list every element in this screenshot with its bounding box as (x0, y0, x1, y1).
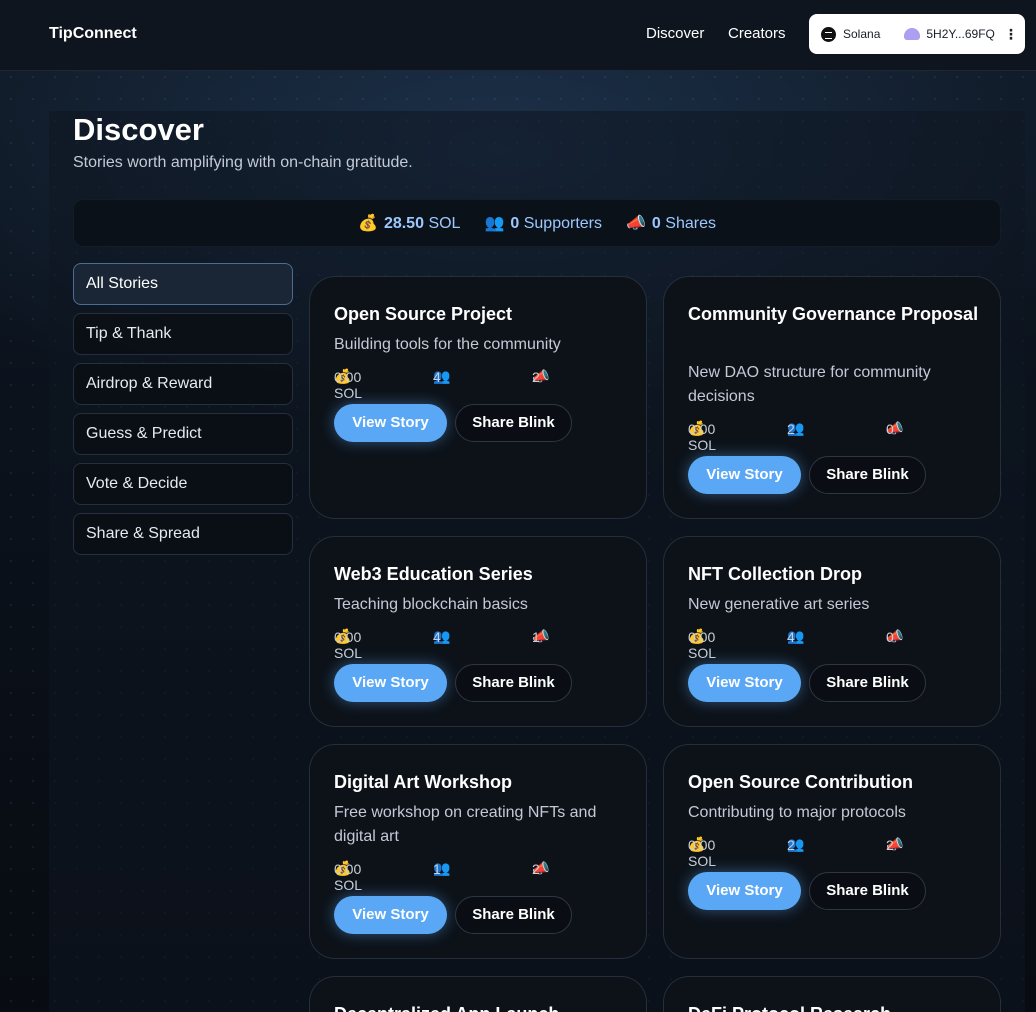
stat-sol: 💰 28.50 SOL (358, 213, 461, 232)
story-metrics: 💰 0.00 SOL 👥 2 📣 2 (688, 837, 988, 869)
story-supporters: 2 (787, 837, 795, 853)
story-shares: 1 (532, 629, 540, 645)
story-card: DeFi Protocol Research (663, 976, 1001, 1012)
story-title: NFT Collection Drop (688, 564, 862, 584)
story-title: Web3 Education Series (334, 564, 533, 584)
top-nav-bar: TipConnect Discover Creators Solana 5H2Y… (0, 0, 1036, 71)
story-title: Digital Art Workshop (334, 772, 513, 792)
stat-shares: 📣 0 Shares (626, 213, 716, 232)
share-blink-button[interactable]: Share Blink (455, 404, 572, 442)
story-sol: 0.00 SOL (334, 861, 363, 893)
story-title: Decentralized App Launch (334, 1000, 634, 1012)
story-title: Community Governance Proposal (688, 304, 979, 324)
story-card: Decentralized App Launch (309, 976, 647, 1012)
phantom-wallet-icon (904, 28, 921, 40)
category-vote-decide[interactable]: Vote & Decide (73, 463, 293, 505)
category-airdrop-reward[interactable]: Airdrop & Reward (73, 363, 293, 405)
story-metrics: 💰 0.00 SOL 👥 4 📣 2 (334, 369, 634, 401)
category-share-spread[interactable]: Share & Spread (73, 513, 293, 555)
story-supporters: 4 (433, 369, 441, 385)
story-shares: 0 (886, 629, 894, 645)
story-card: Open Source Project Building tools for t… (309, 276, 647, 519)
story-description: Building tools for the community (334, 336, 561, 353)
share-blink-button[interactable]: Share Blink (455, 664, 572, 702)
story-card: Web3 Education Series Teaching blockchai… (309, 536, 647, 727)
page-title: Discover (73, 112, 204, 147)
story-metrics: 💰 0.00 SOL 👥 1 📣 2 (334, 861, 634, 893)
story-supporters: 4 (787, 629, 795, 645)
view-story-button[interactable]: View Story (688, 872, 801, 910)
story-card: Digital Art Workshop Free workshop on cr… (309, 744, 647, 959)
money-bag-icon: 💰 (358, 213, 378, 232)
story-card: Community Governance Proposal New DAO st… (663, 276, 1001, 519)
story-shares: 2 (886, 837, 894, 853)
story-shares: 2 (532, 369, 540, 385)
view-story-button[interactable]: View Story (688, 664, 801, 702)
brand-logo[interactable]: TipConnect (49, 25, 137, 43)
view-story-button[interactable]: View Story (334, 664, 447, 702)
view-story-button[interactable]: View Story (688, 456, 801, 494)
view-story-button[interactable]: View Story (334, 896, 447, 934)
story-shares: 2 (532, 861, 540, 877)
story-supporters: 1 (433, 861, 441, 877)
story-card: NFT Collection Drop New generative art s… (663, 536, 1001, 727)
story-metrics: 💰 0.00 SOL 👥 2 📣 0 (688, 421, 988, 453)
share-blink-button[interactable]: Share Blink (809, 664, 926, 702)
story-sol: 0.00 SOL (688, 421, 717, 453)
story-description: Free workshop on creating NFTs and digit… (334, 804, 597, 845)
chain-label: Solana (843, 27, 881, 41)
story-description: Teaching blockchain basics (334, 596, 528, 613)
nav-discover[interactable]: Discover (646, 25, 704, 42)
story-supporters: 4 (433, 629, 441, 645)
story-description: New DAO structure for community decision… (688, 364, 931, 405)
share-blink-button[interactable]: Share Blink (809, 872, 926, 910)
wallet-address: 5H2Y...69FQ (926, 27, 995, 41)
story-description: New generative art series (688, 596, 870, 613)
story-title: Open Source Contribution (688, 772, 913, 792)
story-description: Contributing to major protocols (688, 804, 906, 821)
nav-creators[interactable]: Creators (728, 25, 786, 42)
category-tip-thank[interactable]: Tip & Thank (73, 313, 293, 355)
share-blink-button[interactable]: Share Blink (455, 896, 572, 934)
category-guess-predict[interactable]: Guess & Predict (73, 413, 293, 455)
megaphone-icon: 📣 (626, 213, 646, 232)
solana-icon (821, 26, 836, 42)
story-supporters: 2 (787, 421, 795, 437)
story-card: Open Source Contribution Contributing to… (663, 744, 1001, 959)
story-metrics: 💰 0.00 SOL 👥 4 📣 1 (334, 629, 634, 661)
view-story-button[interactable]: View Story (334, 404, 447, 442)
story-sol: 0.00 SOL (334, 369, 363, 401)
stats-bar: 💰 28.50 SOL 👥 0 Supporters 📣 0 Shares (73, 199, 1001, 247)
story-title: Open Source Project (334, 304, 513, 324)
story-sol: 0.00 SOL (688, 629, 717, 661)
story-shares: 0 (886, 421, 894, 437)
more-vertical-icon[interactable]: ⋮ (1004, 26, 1018, 43)
people-icon: 👥 (484, 213, 505, 232)
share-blink-button[interactable]: Share Blink (809, 456, 926, 494)
story-sol: 0.00 SOL (334, 629, 363, 661)
story-sol: 0.00 SOL (688, 837, 717, 869)
wallet-button[interactable]: Solana 5H2Y...69FQ ⋮ (809, 14, 1025, 54)
page-subtitle: Stories worth amplifying with on-chain g… (73, 154, 413, 171)
category-all-stories[interactable]: All Stories (73, 263, 293, 305)
story-metrics: 💰 0.00 SOL 👥 4 📣 0 (688, 629, 988, 661)
stat-supporters: 👥 0 Supporters (484, 213, 602, 232)
story-title: DeFi Protocol Research (688, 1000, 988, 1012)
